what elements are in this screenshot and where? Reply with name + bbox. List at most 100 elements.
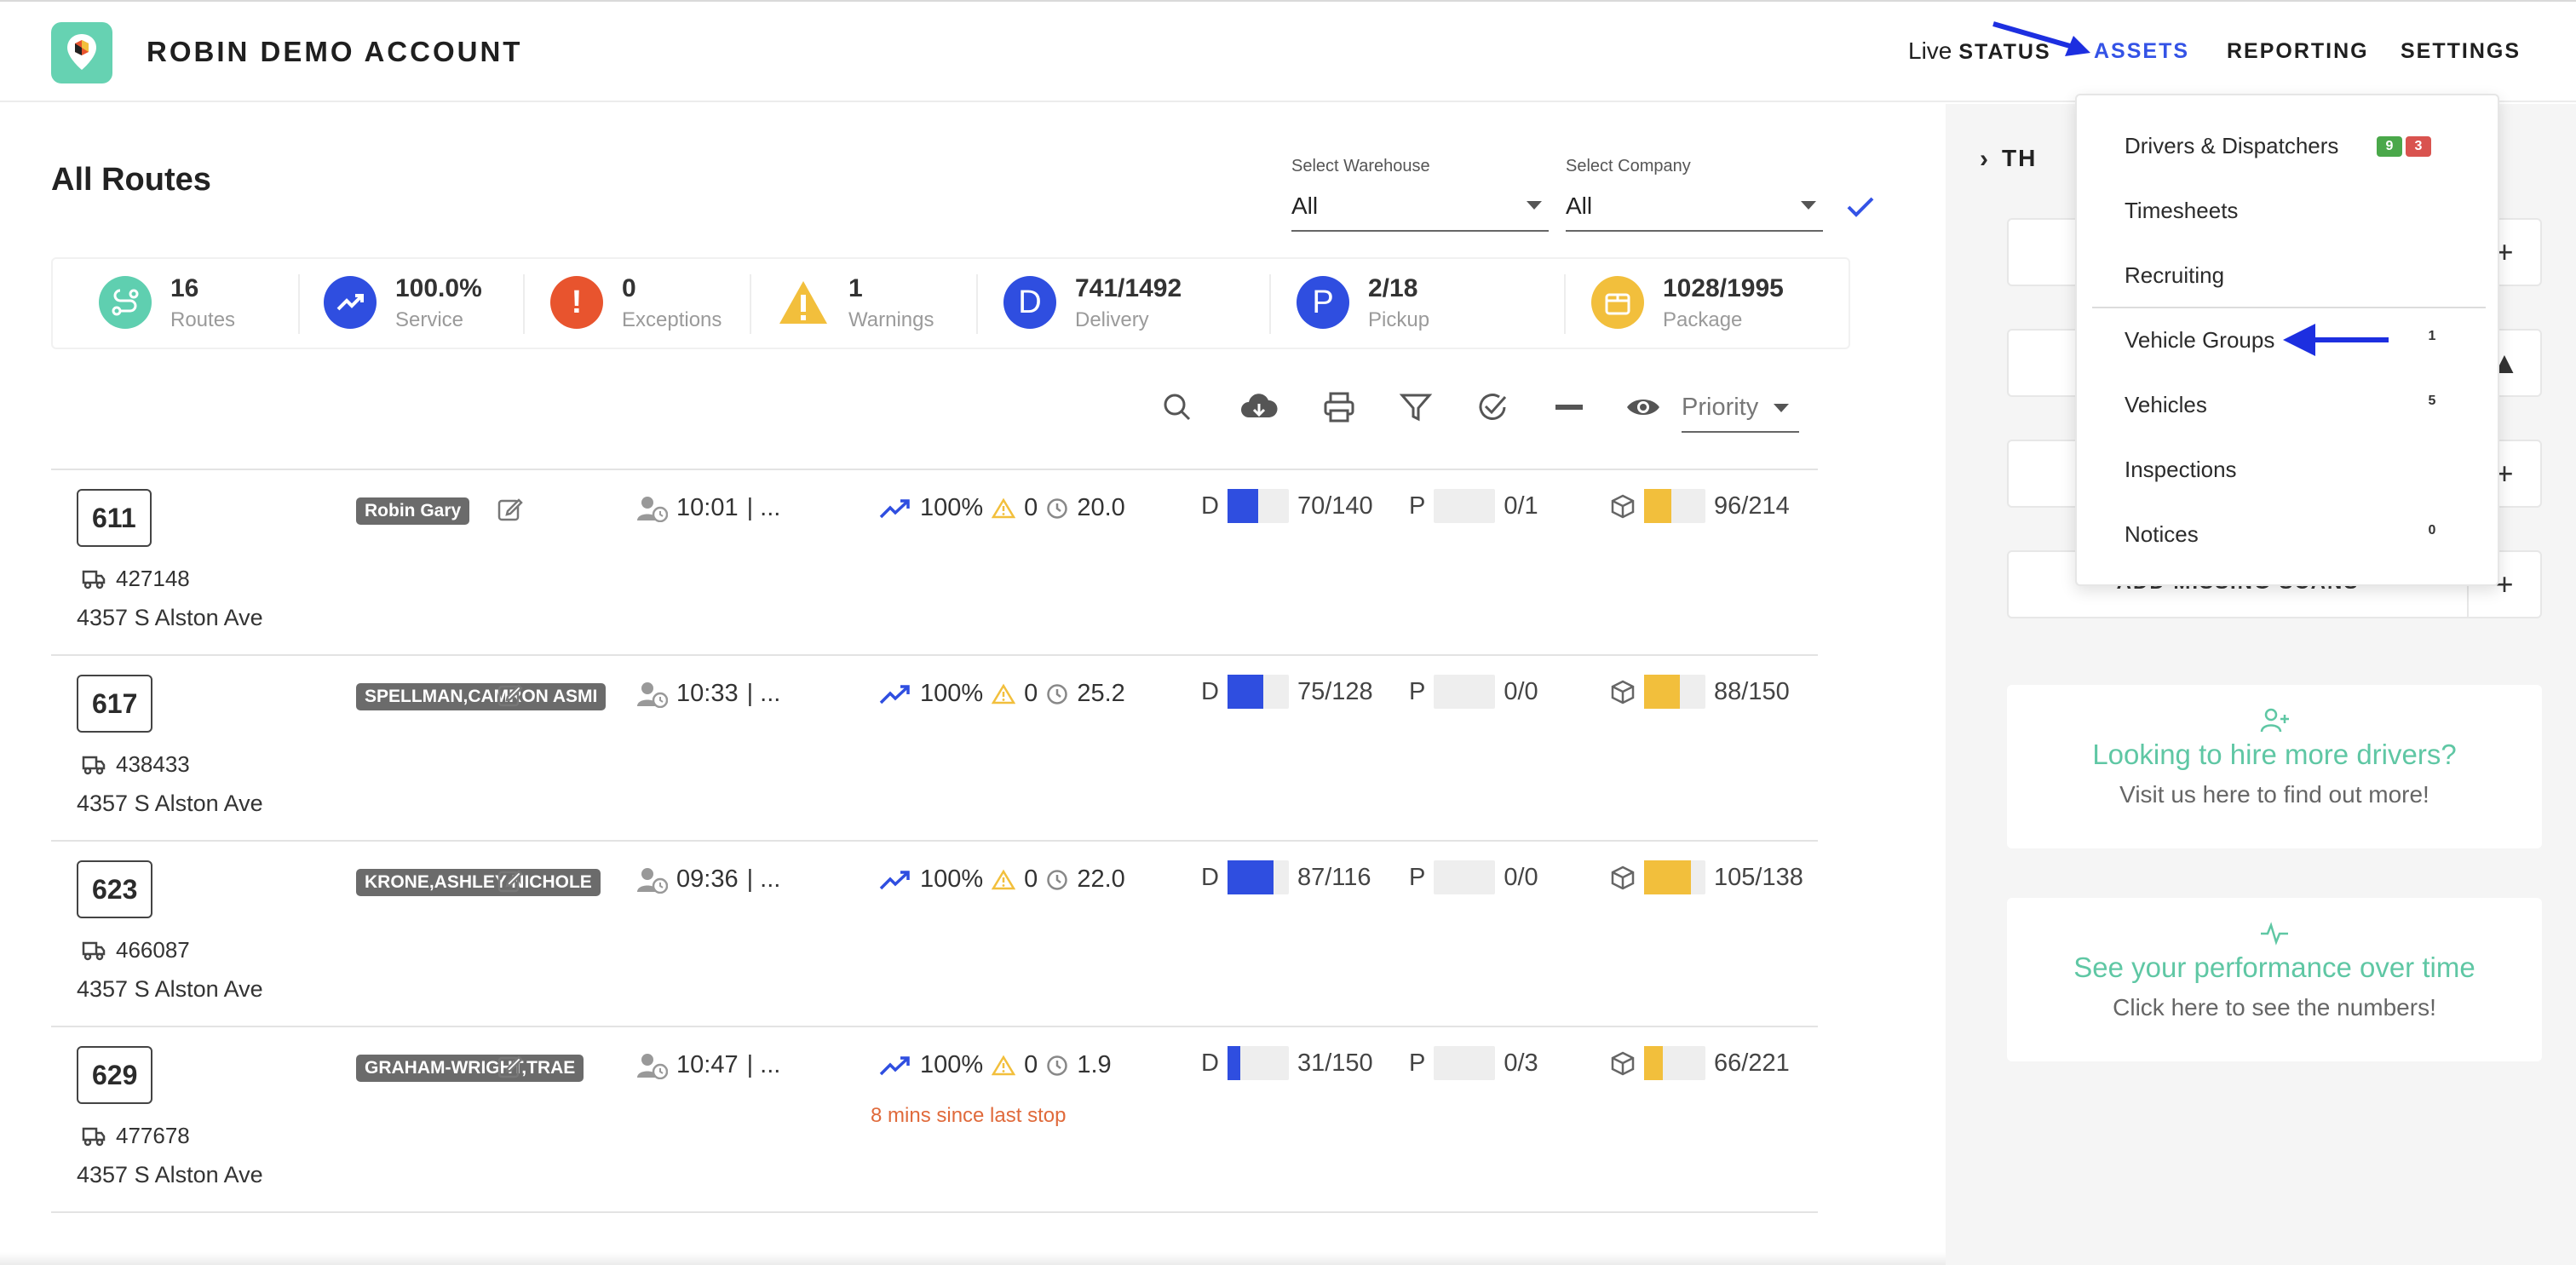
start-time-suffix: | ... — [746, 494, 781, 521]
package-progress: 105/138 — [1610, 860, 1803, 894]
delivery-prefix: D — [1201, 677, 1219, 705]
search-icon[interactable] — [1160, 390, 1194, 424]
chevron-down-icon — [1774, 404, 1789, 412]
trending-up-icon — [879, 1055, 910, 1075]
hire-drivers-card[interactable]: Looking to hire more drivers? Visit us h… — [2007, 685, 2542, 848]
company-select-label: Select Company — [1566, 157, 1691, 175]
sort-priority-value: Priority — [1682, 394, 1759, 421]
stat-routes-value: 16 — [170, 274, 199, 302]
trending-up-icon — [324, 276, 377, 329]
company-select[interactable]: All — [1566, 182, 1823, 232]
sort-priority-select[interactable]: Priority — [1682, 383, 1799, 433]
warning-icon — [992, 683, 1016, 704]
sidebar-section-title[interactable]: TH — [2002, 145, 2037, 172]
menu-item-vehicles[interactable]: Vehicles — [2125, 392, 2207, 418]
delivery-progress: D 31/150 — [1201, 1046, 1373, 1080]
performance-card-subtext: Click here to see the numbers! — [2113, 994, 2436, 1021]
menu-item-recruiting[interactable]: Recruiting — [2125, 262, 2224, 289]
warning-icon — [992, 497, 1016, 518]
nav-assets[interactable]: ASSETS — [2094, 39, 2189, 64]
chevron-right-icon[interactable]: › — [1980, 145, 1988, 174]
menu-item-inspections[interactable]: Inspections — [2125, 457, 2237, 483]
edit-icon[interactable] — [496, 867, 523, 894]
trending-up-icon — [879, 684, 910, 704]
pickup-count: 0/0 — [1504, 677, 1538, 705]
pickup-count: 0/1 — [1504, 492, 1538, 520]
route-icon — [99, 276, 152, 329]
package-bar — [1644, 675, 1705, 709]
driver-badge[interactable]: KRONE,ASHLEY NICHOLE — [356, 869, 601, 896]
delivery-progress: D 75/128 — [1201, 675, 1373, 709]
divider — [976, 274, 978, 334]
divider — [750, 274, 751, 334]
edit-icon[interactable] — [496, 681, 523, 709]
route-number[interactable]: 617 — [77, 675, 153, 733]
app-logo[interactable] — [51, 22, 112, 83]
clock-icon — [1047, 869, 1068, 890]
minus-icon[interactable] — [1552, 390, 1586, 424]
stat-warnings-value: 1 — [848, 274, 863, 302]
user-clock-icon — [637, 681, 668, 708]
pickup-bar — [1434, 1046, 1496, 1080]
annotation-arrow-icon — [2283, 324, 2389, 356]
driver-badge[interactable]: Robin Gary — [356, 497, 470, 525]
delivery-prefix: D — [1201, 1049, 1219, 1077]
route-number[interactable]: 623 — [77, 860, 153, 918]
start-time: 10:47 | ... — [637, 1051, 780, 1079]
route-address: 4357 S Alston Ave — [77, 791, 263, 816]
edit-icon[interactable] — [496, 1053, 523, 1080]
package-progress: 96/214 — [1610, 489, 1790, 523]
filter-icon[interactable] — [1399, 390, 1433, 424]
menu-item-notices[interactable]: Notices — [2125, 521, 2199, 548]
route-duration: 1.9 — [1077, 1051, 1112, 1078]
pickup-progress: P 0/0 — [1409, 860, 1538, 894]
route-duration: 25.2 — [1077, 680, 1125, 707]
route-row[interactable]: 623 466087 4357 S Alston Ave KRONE,ASHLE… — [51, 842, 1818, 1027]
vehicle-info: 438433 — [82, 751, 190, 778]
route-number[interactable]: 629 — [77, 1046, 153, 1104]
stat-package-value: 1028/1995 — [1663, 274, 1784, 302]
divider — [1269, 274, 1271, 334]
vehicle-id: 477678 — [116, 1123, 190, 1148]
route-row[interactable]: 629 477678 4357 S Alston Ave GRAHAM-WRIG… — [51, 1027, 1818, 1213]
edit-icon[interactable] — [496, 496, 523, 523]
summary-stats-bar: 16 Routes 100.0% Service ! 0 Exceptions … — [51, 257, 1850, 349]
delivery-bar-fill — [1227, 489, 1258, 523]
chevron-down-icon — [1527, 201, 1542, 210]
delivery-bar-fill — [1227, 675, 1263, 709]
driver-badge[interactable]: GRAHAM-WRIGHT,TRAE — [356, 1055, 584, 1082]
eye-icon[interactable] — [1625, 390, 1661, 424]
nav-settings[interactable]: SETTINGS — [2401, 39, 2521, 64]
performance-card[interactable]: See your performance over time Click her… — [2007, 898, 2542, 1061]
pickup-bar — [1434, 489, 1496, 523]
nav-reporting[interactable]: REPORTING — [2227, 39, 2369, 64]
exclamation-icon: ! — [550, 276, 603, 329]
menu-item-vehicle-groups[interactable]: Vehicle Groups — [2125, 327, 2274, 354]
delivery-bar — [1227, 860, 1289, 894]
route-row[interactable]: 617 438433 4357 S Alston Ave SPELLMAN,CA… — [51, 656, 1818, 842]
trending-up-icon — [879, 870, 910, 889]
stat-exceptions-label: Exceptions — [622, 308, 722, 331]
route-row[interactable]: 611 427148 4357 S Alston Ave Robin Gary … — [51, 470, 1818, 656]
pickup-progress: P 0/0 — [1409, 675, 1538, 709]
menu-item-timesheets[interactable]: Timesheets — [2125, 198, 2238, 224]
page-title: All Routes — [51, 162, 211, 198]
route-address: 4357 S Alston Ave — [77, 976, 263, 1002]
cloud-download-icon[interactable] — [1240, 390, 1278, 424]
stat-pickup-label: Pickup — [1368, 308, 1430, 331]
print-icon[interactable] — [1322, 390, 1356, 424]
stat-service-label: Service — [395, 308, 464, 331]
route-address: 4357 S Alston Ave — [77, 605, 263, 630]
menu-item-drivers-dispatchers[interactable]: Drivers & Dispatchers — [2125, 133, 2338, 159]
bottom-shadow — [0, 1252, 1946, 1265]
check-circle-icon[interactable] — [1475, 390, 1509, 424]
route-number[interactable]: 611 — [77, 489, 152, 547]
warehouse-select[interactable]: All — [1291, 182, 1549, 232]
package-count: 105/138 — [1714, 863, 1803, 891]
pickup-letter-icon: P — [1297, 276, 1349, 329]
package-bar-fill — [1644, 860, 1691, 894]
route-duration: 20.0 — [1077, 494, 1125, 521]
driver-badge[interactable]: SPELLMAN,CAMRON ASMI — [356, 683, 607, 710]
apply-filter-check-icon[interactable] — [1843, 189, 1877, 223]
warehouse-select-value: All — [1291, 193, 1319, 219]
